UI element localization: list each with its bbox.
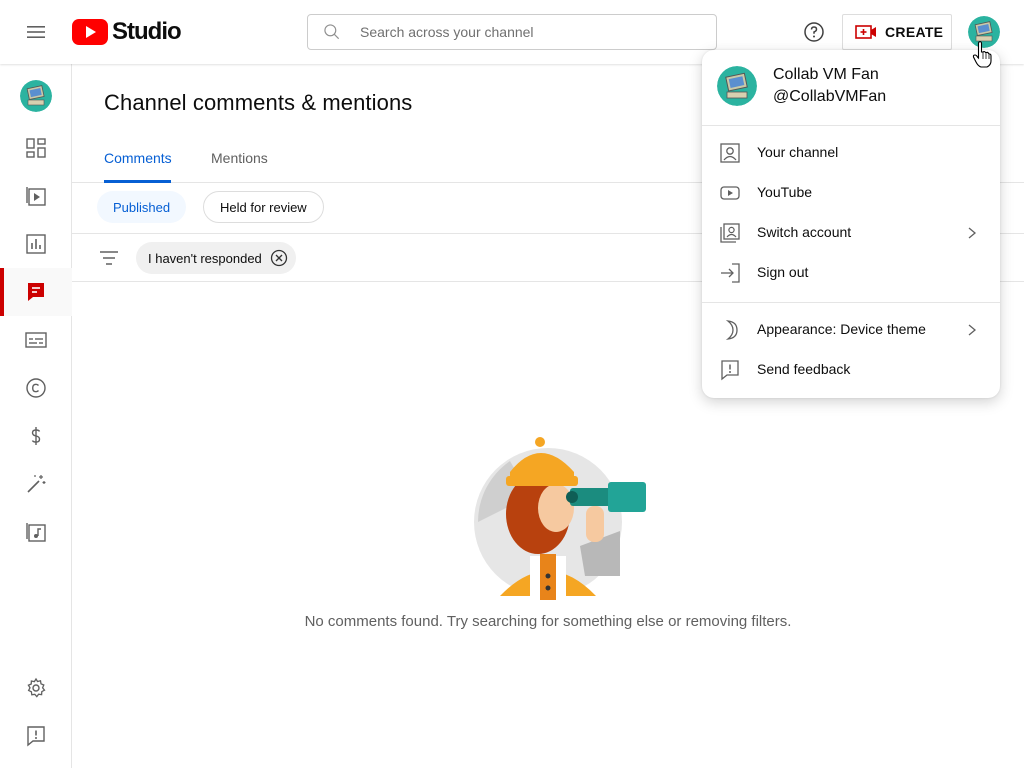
help-icon[interactable] [802, 20, 826, 44]
menu-item-label: Appearance: Device theme [757, 321, 926, 337]
search-input[interactable] [360, 24, 690, 40]
customization-icon [27, 475, 46, 493]
sidebar-item-settings[interactable] [0, 664, 72, 712]
empty-state-message: No comments found. Try searching for som… [304, 613, 792, 630]
search-icon [324, 24, 340, 40]
chip-held-for-review[interactable]: Held for review [203, 191, 324, 223]
menu-item-your-channel[interactable]: Your channel [702, 133, 1000, 173]
create-video-icon [855, 25, 876, 39]
chip-published[interactable]: Published [97, 191, 187, 223]
sidebar-item-dashboard[interactable] [0, 124, 72, 172]
chevron-right-icon [968, 227, 977, 239]
analytics-icon [26, 234, 46, 254]
subtitles-icon [25, 332, 47, 348]
page-title: Channel comments & mentions [104, 90, 413, 115]
person-icon [720, 143, 740, 163]
hand-cursor-icon [972, 41, 992, 68]
sidebar-item-audio-library[interactable] [0, 508, 72, 556]
sidebar [0, 64, 72, 768]
sidebar-item-subtitles[interactable] [0, 316, 72, 364]
menu-item-label: Your channel [757, 144, 839, 160]
menu-item-youtube[interactable]: YouTube [702, 173, 1000, 213]
account-menu-avatar [717, 66, 757, 106]
moon-icon [725, 320, 738, 340]
account-name: Collab VM Fan [773, 66, 879, 83]
settings-icon [27, 677, 46, 698]
close-icon[interactable] [270, 249, 288, 267]
account-handle: @CollabVMFan [773, 88, 887, 105]
filter-icon[interactable] [97, 246, 121, 270]
chevron-right-icon [968, 324, 977, 336]
logo-text: Studio [112, 18, 182, 45]
sidebar-item-feedback[interactable] [0, 712, 72, 760]
comments-icon [28, 283, 44, 301]
account-menu: Collab VM Fan @CollabVMFan Your channel … [702, 50, 1000, 398]
sidebar-item-earn[interactable] [0, 412, 72, 460]
menu-icon[interactable] [24, 20, 48, 44]
earn-icon [31, 427, 41, 445]
studio-app: Studio CREATE [0, 0, 1024, 768]
youtube-icon [720, 186, 740, 200]
content-icon [26, 187, 46, 206]
sidebar-item-comments[interactable] [0, 268, 72, 316]
filter-chip[interactable]: I haven't responded [136, 242, 296, 274]
channel-avatar[interactable] [20, 80, 52, 112]
tab-mentions[interactable]: Mentions [211, 150, 268, 166]
feedback-icon [27, 726, 45, 747]
sidebar-item-copyright[interactable] [0, 364, 72, 412]
search-box[interactable] [307, 14, 717, 50]
account-menu-header: Collab VM Fan @CollabVMFan [702, 50, 1000, 126]
switch-account-icon [720, 223, 740, 243]
menu-item-label: Sign out [757, 264, 809, 280]
create-label: CREATE [885, 24, 944, 40]
menu-item-label: YouTube [757, 184, 813, 200]
menu-item-sign-out[interactable]: Sign out [702, 253, 1000, 293]
filter-chip-label: I haven't responded [148, 250, 262, 266]
audio-library-icon [26, 523, 46, 542]
sidebar-item-analytics[interactable] [0, 220, 72, 268]
dashboard-icon [26, 138, 46, 158]
menu-item-switch-account[interactable]: Switch account [702, 213, 1000, 253]
create-button[interactable]: CREATE [842, 14, 952, 50]
copyright-icon [26, 378, 46, 398]
no-results-illustration [474, 437, 646, 600]
sidebar-item-customization[interactable] [0, 460, 72, 508]
sidebar-item-content[interactable] [0, 172, 72, 220]
menu-item-label: Send feedback [757, 361, 851, 377]
feedback-icon [721, 360, 739, 381]
sign-out-icon [721, 263, 740, 283]
studio-logo[interactable]: Studio [72, 18, 182, 46]
menu-item-label: Switch account [757, 224, 852, 240]
menu-divider [702, 302, 1000, 303]
menu-item-send-feedback[interactable]: Send feedback [702, 350, 1000, 390]
menu-item-appearance[interactable]: Appearance: Device theme [702, 310, 1000, 350]
tab-comments[interactable]: Comments [104, 150, 172, 166]
youtube-logo-icon [72, 19, 108, 45]
